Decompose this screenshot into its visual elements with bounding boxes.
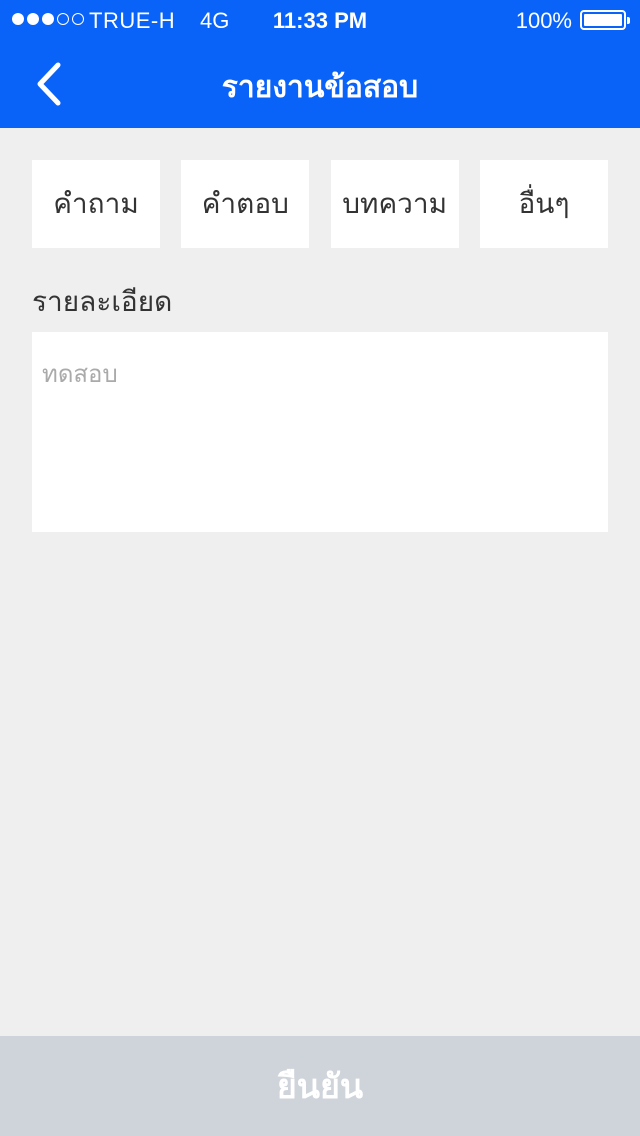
tab-answer[interactable]: คำตอบ xyxy=(181,160,310,248)
tab-other[interactable]: อื่นๆ xyxy=(479,160,608,248)
page-title: รายงานข้อสอบ xyxy=(221,70,419,105)
battery-percent: 100% xyxy=(515,8,572,33)
nav-bar: รายงานข้อสอบ xyxy=(0,40,640,128)
details-input[interactable] xyxy=(32,332,608,532)
report-type-tabs: คำถาม คำตอบ บทความ อื่นๆ xyxy=(32,160,608,248)
status-bar: TRUE-H 4G 11:33 PM 100% xyxy=(0,0,640,40)
battery-icon xyxy=(580,10,630,30)
confirm-button[interactable]: ยืนยัน xyxy=(0,1036,640,1136)
details-label: รายละเอียด xyxy=(32,285,173,318)
tab-question[interactable]: คำถาม xyxy=(32,160,160,248)
app-header: TRUE-H 4G 11:33 PM 100% รายงานข้อสอบ xyxy=(0,0,640,128)
tab-article[interactable]: บทความ xyxy=(330,160,459,248)
